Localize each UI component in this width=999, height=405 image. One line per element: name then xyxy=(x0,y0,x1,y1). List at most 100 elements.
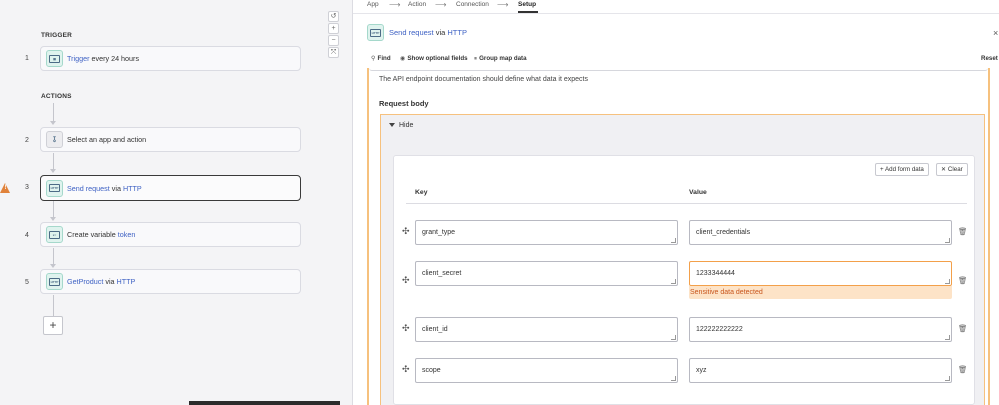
step-connection-link: HTTP xyxy=(122,183,142,193)
clear-label: Clear xyxy=(947,166,963,173)
value-column-header: Value xyxy=(689,189,707,196)
drag-handle-icon[interactable]: ✣ xyxy=(402,226,410,237)
step-editor-panel: App ⟶ Action ⟶ Connection ⟶ Setup HTTP S… xyxy=(352,0,999,405)
sensitive-data-warning: Sensitive data detected xyxy=(689,286,952,299)
step-label: via xyxy=(109,183,123,193)
form-data-table: + Add form data ✕ Clear Key Value ✣ gran… xyxy=(393,155,975,405)
show-optional-fields-button[interactable]: ◉ Show optional fields xyxy=(400,55,468,62)
step-select-app[interactable]: ⫱ Select an app and action xyxy=(40,127,301,152)
breadcrumb-app[interactable]: App xyxy=(367,1,379,8)
breadcrumb-setup[interactable]: Setup xyxy=(518,1,536,8)
scrollbar[interactable] xyxy=(189,401,340,405)
panel-title: Send request via HTTP xyxy=(389,28,467,37)
http-icon: HTTP xyxy=(46,273,63,290)
step-label: via xyxy=(103,277,117,286)
close-icon[interactable]: × xyxy=(993,28,998,38)
step-number: 2 xyxy=(25,137,29,144)
key-field[interactable]: client_secret xyxy=(415,261,678,286)
clear-button[interactable]: ✕ Clear xyxy=(936,163,968,176)
hide-label: Hide xyxy=(399,122,414,129)
actions-section-label: ACTIONS xyxy=(41,93,72,100)
connector-arrow-icon xyxy=(50,169,56,173)
step-number: 4 xyxy=(25,232,29,239)
http-icon: HTTP xyxy=(367,24,384,41)
find-label: Find xyxy=(377,55,391,62)
hide-toggle[interactable]: Hide xyxy=(380,114,985,136)
close-icon: ✕ xyxy=(941,166,948,173)
panel-toolbar: ⚲ Find ◉ Show optional fields ⏸ Group map d… xyxy=(353,52,999,68)
step-create-variable[interactable]: x= Create variable token xyxy=(40,222,301,247)
reset-button[interactable]: Reset xyxy=(981,55,998,62)
value-field[interactable]: 1233344444 xyxy=(689,261,952,286)
variable-icon: x= xyxy=(46,226,63,243)
header-divider xyxy=(406,203,967,204)
group-icon: ⏸ xyxy=(474,55,478,62)
step-get-product[interactable]: HTTP GetProduct via HTTP xyxy=(40,269,301,294)
field-hint: The API endpoint documentation should de… xyxy=(379,76,588,83)
key-field[interactable]: grant_type xyxy=(415,220,678,245)
key-field[interactable]: scope xyxy=(415,358,678,383)
flow-canvas: ↺ + − ⤧ TRIGGER 1 ▦ Trigger every 24 hou… xyxy=(0,0,352,405)
step-app-link: Trigger xyxy=(67,54,90,63)
panel-title-app: Send request xyxy=(389,28,434,37)
step-number: 1 xyxy=(25,55,29,62)
key-field[interactable]: client_id xyxy=(415,317,678,342)
value-field[interactable]: xyz xyxy=(689,358,952,383)
group-map-data-label: Group map data xyxy=(479,55,527,62)
panel-header: HTTP Send request via HTTP × xyxy=(353,13,999,51)
drag-handle-icon[interactable]: ✣ xyxy=(402,364,410,375)
step-number: 3 xyxy=(25,184,29,191)
drag-handle-icon[interactable]: ✣ xyxy=(402,323,410,334)
zoom-out-button[interactable]: − xyxy=(328,35,339,46)
value-field[interactable]: client_credentials xyxy=(689,220,952,245)
trash-icon[interactable]: 🗑 xyxy=(958,365,968,374)
breadcrumb-action[interactable]: Action xyxy=(408,1,426,8)
trigger-section-label: TRIGGER xyxy=(41,32,73,39)
value-field[interactable]: 122222222222 xyxy=(689,317,952,342)
step-send-request[interactable]: HTTP Send request via HTTP xyxy=(40,175,301,201)
trash-icon[interactable]: 🗑 xyxy=(958,324,968,333)
undo-icon[interactable]: ↺ xyxy=(328,11,339,22)
step-label: Select an app and action xyxy=(67,135,147,144)
key-column-header: Key xyxy=(415,189,428,196)
connector-arrow-icon xyxy=(50,121,56,125)
breadcrumb: App ⟶ Action ⟶ Connection ⟶ Setup xyxy=(353,0,999,13)
connector-arrow-icon xyxy=(50,264,56,268)
panel-title-via: via xyxy=(433,28,448,37)
search-icon: ⚲ xyxy=(371,55,376,62)
zoom-controls: ↺ + − ⤧ xyxy=(328,11,339,61)
add-form-data-label: Add form data xyxy=(885,166,924,173)
arrow-right-icon: ⟶ xyxy=(435,0,447,9)
step-app-link: Send request xyxy=(67,183,110,193)
connector-line xyxy=(53,103,54,123)
trash-icon[interactable]: 🗑 xyxy=(958,276,968,285)
drag-handle-icon[interactable]: ✣ xyxy=(402,275,410,286)
arrow-right-icon: ⟶ xyxy=(389,0,401,9)
step-trigger[interactable]: ▦ Trigger every 24 hours xyxy=(40,46,301,71)
calendar-icon: ▦ xyxy=(46,50,63,67)
connector-line xyxy=(53,295,54,316)
find-button[interactable]: ⚲ Find xyxy=(371,55,391,62)
connector-arrow-icon xyxy=(50,217,56,221)
step-label: Create variable xyxy=(67,230,118,239)
step-connection-link: HTTP xyxy=(116,277,136,286)
warning-mark: ! xyxy=(4,185,7,191)
step-variable-link: token xyxy=(117,230,136,239)
step-number: 5 xyxy=(25,279,29,286)
trash-icon[interactable]: 🗑 xyxy=(958,227,968,236)
add-step-button[interactable]: + xyxy=(43,316,63,335)
fit-view-icon[interactable]: ⤧ xyxy=(328,47,339,58)
add-form-data-button[interactable]: + Add form data xyxy=(875,163,929,176)
group-map-data-button[interactable]: ⏸ Group map data xyxy=(474,55,527,63)
chevron-down-icon xyxy=(389,123,395,127)
zoom-in-button[interactable]: + xyxy=(328,23,339,34)
eye-icon: ◉ xyxy=(400,55,406,62)
previous-field-edge xyxy=(369,68,988,71)
panel-title-connection: HTTP xyxy=(447,28,467,37)
request-body-title: Request body xyxy=(379,99,429,108)
http-icon: HTTP xyxy=(46,179,63,197)
step-label: every 24 hours xyxy=(89,54,140,63)
breadcrumb-connection[interactable]: Connection xyxy=(456,1,489,8)
step-app-link: GetProduct xyxy=(67,277,104,286)
request-body-container: + Add form data ✕ Clear Key Value ✣ gran… xyxy=(380,135,985,405)
